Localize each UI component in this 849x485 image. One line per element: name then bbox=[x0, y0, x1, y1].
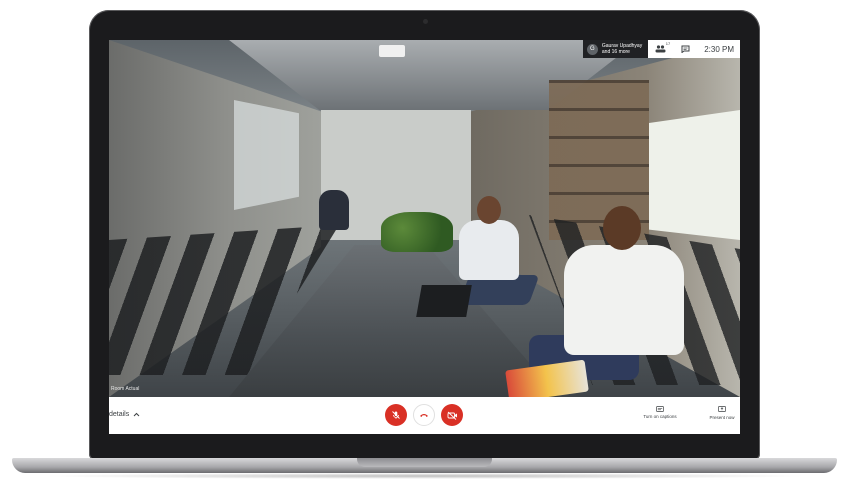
captions-button[interactable]: Turn on captions bbox=[638, 406, 682, 419]
meeting-details-button[interactable]: details bbox=[109, 411, 140, 418]
laptop-shadow bbox=[40, 473, 810, 479]
present-now-button[interactable]: Present now bbox=[704, 406, 740, 420]
present-icon bbox=[718, 406, 726, 412]
chat-button[interactable] bbox=[680, 45, 690, 54]
video-person-front-head bbox=[603, 206, 641, 250]
tile-name-label: Room Actual bbox=[111, 386, 140, 392]
captions-label: Turn on captions bbox=[643, 414, 677, 419]
video-feed: Room Actual bbox=[109, 40, 740, 403]
presenter-chip[interactable]: G Gaurav Upadhyay and 16 more bbox=[582, 40, 649, 58]
mic-off-icon bbox=[392, 411, 400, 419]
mic-toggle-button[interactable] bbox=[385, 404, 407, 426]
people-icon bbox=[655, 45, 666, 53]
top-right-overlay: G Gaurav Upadhyay and 16 more 17 2:30 PM bbox=[582, 40, 740, 58]
video-person-middle-head bbox=[477, 196, 501, 224]
hang-up-button[interactable] bbox=[413, 404, 435, 426]
video-plant bbox=[381, 212, 453, 252]
camera-toggle-button[interactable] bbox=[441, 404, 463, 426]
meeting-screen: Room Actual G Gaurav Upadhyay and 16 mor… bbox=[109, 40, 740, 434]
presenter-more: and 16 more bbox=[601, 49, 630, 55]
meeting-details-label: details bbox=[109, 411, 130, 418]
hang-up-icon bbox=[420, 414, 428, 417]
camera-off-icon bbox=[447, 411, 457, 420]
call-controls bbox=[385, 404, 463, 426]
info-bar: 17 2:30 PM bbox=[648, 40, 740, 58]
participant-count: 17 bbox=[665, 41, 671, 46]
bottom-control-bar: details Turn on captions Present now bbox=[109, 397, 740, 434]
people-button[interactable]: 17 bbox=[654, 41, 670, 54]
video-window-right bbox=[649, 110, 740, 240]
video-laptop-on-table bbox=[416, 285, 472, 317]
meeting-clock: 2:30 PM bbox=[704, 44, 734, 54]
chat-icon bbox=[681, 45, 690, 53]
video-person-middle bbox=[459, 220, 519, 280]
video-person-back bbox=[319, 190, 349, 230]
avatar: G bbox=[586, 43, 598, 55]
video-person-front bbox=[564, 245, 684, 355]
chevron-up-icon bbox=[133, 412, 140, 417]
webcam-dot bbox=[423, 19, 428, 24]
present-label: Present now bbox=[709, 415, 735, 420]
video-window-left bbox=[234, 100, 299, 210]
video-ceiling-camera bbox=[379, 45, 405, 57]
captions-icon bbox=[656, 406, 664, 412]
laptop-base-notch bbox=[357, 458, 492, 467]
